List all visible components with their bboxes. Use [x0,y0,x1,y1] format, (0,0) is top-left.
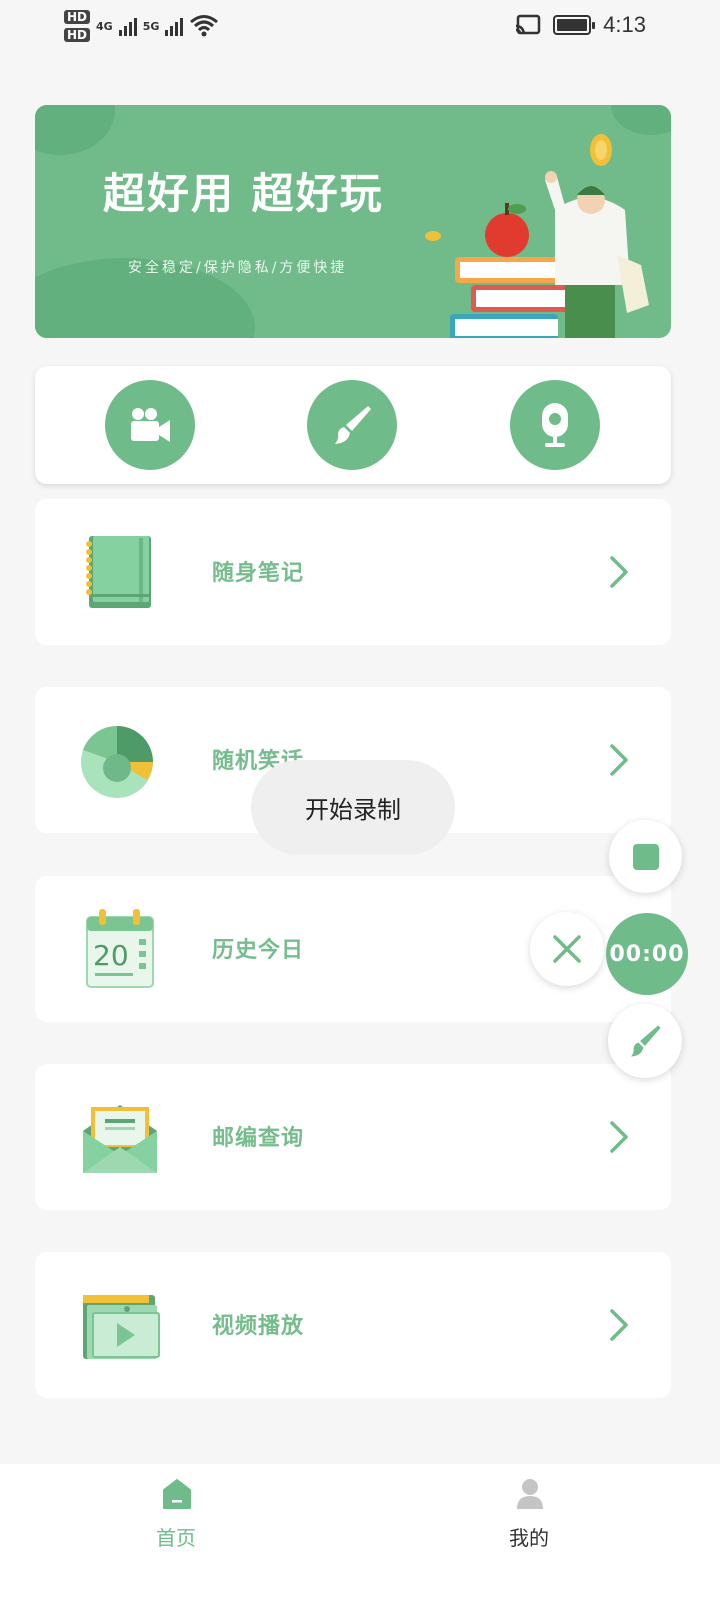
notebook-icon [86,536,151,608]
hd-badge-2: HD [64,28,91,42]
video-folder-icon [83,1295,160,1359]
banner-subtitle: 安全稳定/保护隐私/方便快捷 [128,260,348,276]
nav-label-me: 我的 [509,1526,549,1550]
battery-icon [553,15,596,35]
nav-label-home: 首页 [156,1526,196,1550]
chevron-right-icon [610,1121,628,1153]
promo-banner[interactable]: 超好用 超好玩 安全稳定/保护隐私/方便快捷 [35,105,671,338]
status-bar: HD HD 4G 5G 4:13 [0,0,720,50]
user-icon [517,1479,543,1509]
nav-item-home[interactable]: 首页 [76,1464,276,1600]
webcam-button[interactable] [510,380,600,470]
home-icon [163,1479,191,1509]
chevron-right-icon [610,1309,628,1341]
recorder-draw-button[interactable] [608,1004,682,1078]
chevron-right-icon [610,744,628,776]
list-item-video-player[interactable]: 视频播放 [35,1252,671,1398]
brush-icon [335,406,371,444]
signal-icon-2 [165,16,184,36]
draw-button[interactable] [307,380,397,470]
list-item-label: 随身笔记 [212,561,305,586]
recording-timer[interactable]: 00:00 [606,913,688,995]
pie-chart-icon [81,725,153,798]
banner-illustration [425,134,649,338]
brush-icon [631,1025,661,1057]
wifi-icon [190,15,219,37]
hd-badge-1: HD [64,10,91,24]
video-record-button[interactable] [105,380,195,470]
envelope-icon [83,1105,157,1173]
close-icon [553,935,581,963]
video-camera-icon [131,408,170,442]
list-item-label: 邮编查询 [212,1126,305,1151]
status-right: 4:13 [515,10,646,40]
chevron-right-icon [610,556,628,588]
nav-item-me[interactable]: 我的 [429,1464,629,1600]
calendar-day: 20 [93,939,129,972]
status-left: HD HD 4G 5G [64,6,219,46]
network-type-1: 4G [96,19,113,33]
network-type-2: 5G [142,19,160,33]
close-recorder-button[interactable] [530,912,604,986]
stop-recording-button[interactable] [609,820,682,893]
list-item-label: 视频播放 [212,1314,305,1339]
list-item-notes[interactable]: 随身笔记 [35,499,671,645]
clock: 4:13 [603,12,646,37]
toast-message: 开始录制 [251,760,455,855]
cast-icon [516,14,541,35]
banner-title: 超好用 超好玩 [103,169,384,218]
quick-actions-card [35,366,671,484]
stop-icon [632,843,659,870]
app-screen: HD HD 4G 5G 4:13 超好用 超好玩 安全稳定/保护隐私/方便快捷 … [0,0,720,1600]
list-item-label: 历史今日 [212,938,305,963]
webcam-icon [542,403,568,447]
list-item-postcode[interactable]: 邮编查询 [35,1064,671,1210]
bottom-nav: 首页 我的 [0,1464,720,1600]
calendar-icon: 20 [86,909,154,988]
signal-icon [118,16,137,36]
